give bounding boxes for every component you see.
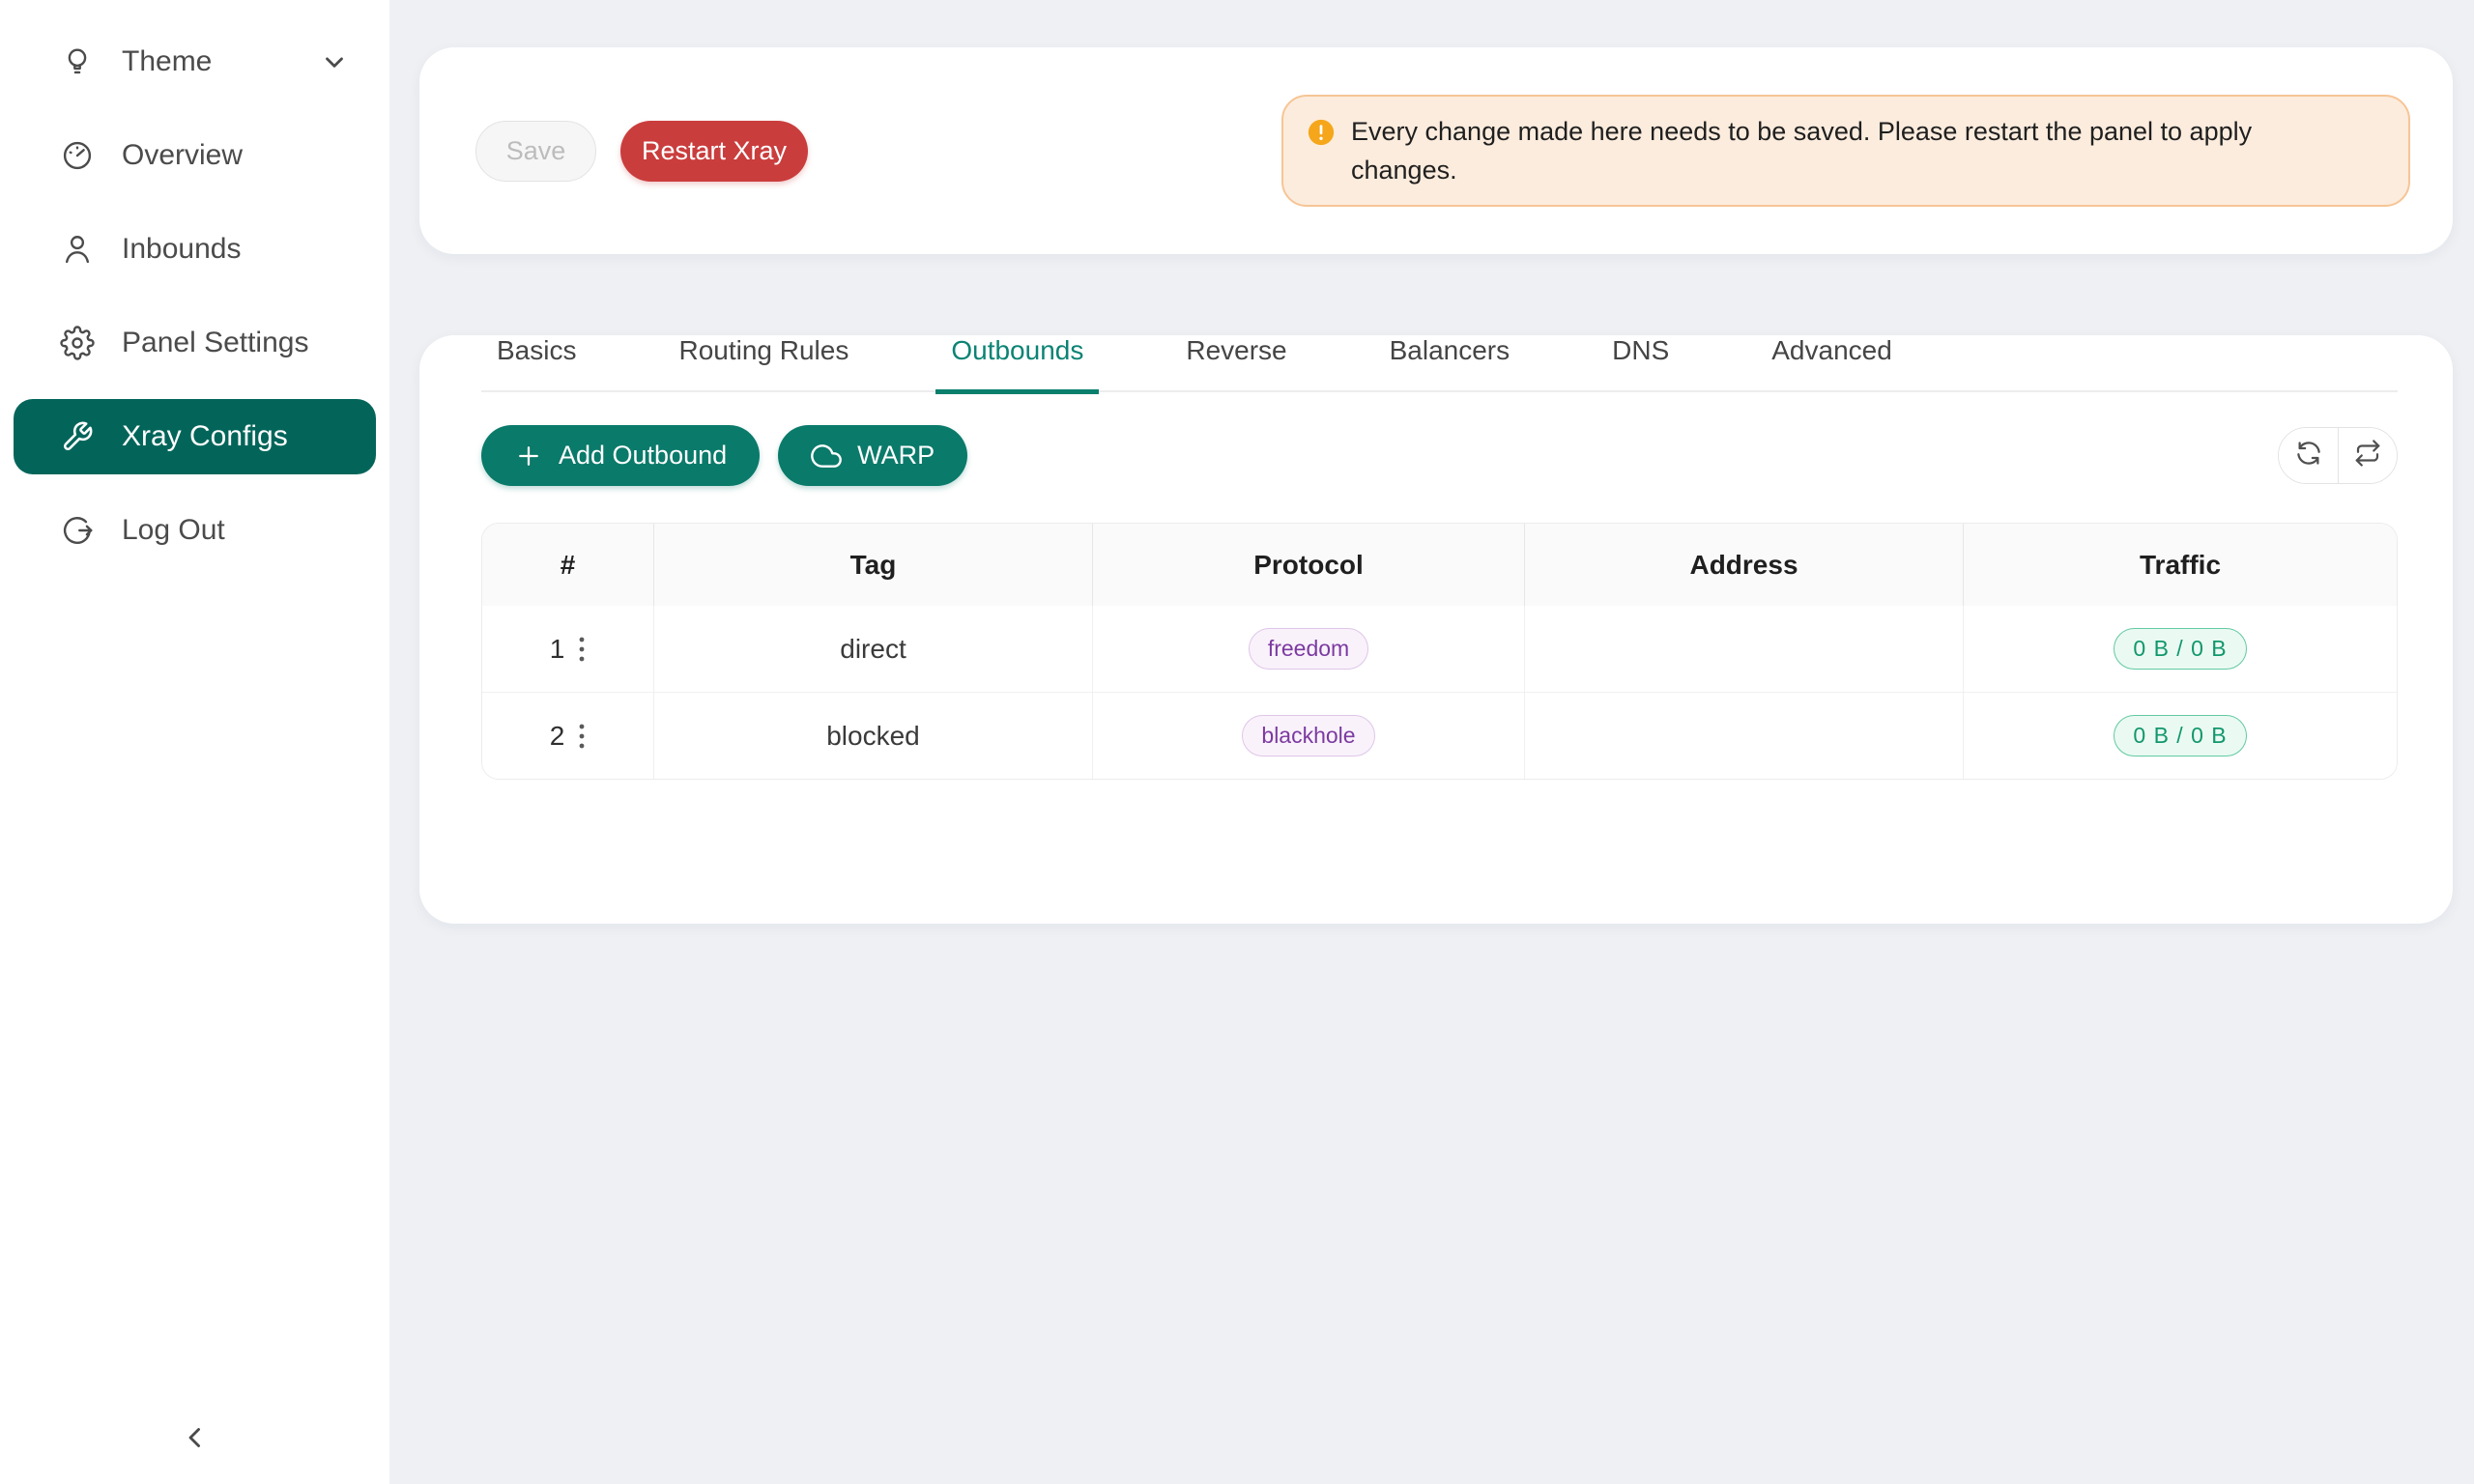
- chevron-left-icon: [179, 1421, 212, 1459]
- protocol-badge: blackhole: [1242, 715, 1374, 756]
- bulb-icon: [60, 44, 95, 79]
- logout-icon: [60, 513, 95, 548]
- tab-dns[interactable]: DNS: [1597, 335, 1684, 394]
- table-body: 1 direct freedom: [482, 606, 2397, 779]
- sidebar-item-label: Panel Settings: [122, 327, 308, 359]
- sidebar-item-log-out[interactable]: Log Out: [14, 493, 376, 568]
- refresh-button[interactable]: [2279, 428, 2338, 483]
- sidebar-item-inbounds[interactable]: Inbounds: [14, 212, 376, 287]
- sidebar-item-label: Overview: [122, 139, 243, 172]
- sidebar-item-label: Xray Configs: [122, 420, 288, 453]
- row-menu-icon[interactable]: [578, 722, 586, 751]
- column-header-tag: Tag: [654, 524, 1093, 606]
- sidebar-item-panel-settings[interactable]: Panel Settings: [14, 305, 376, 381]
- sidebar-item-label: Log Out: [122, 514, 225, 547]
- user-icon: [60, 232, 95, 267]
- address-cell: [1525, 606, 1964, 692]
- outbounds-table: # Tag Protocol Address Traffic 1: [481, 523, 2398, 780]
- table-row: 2 blocked blackhole: [482, 692, 2397, 779]
- refresh-icon: [2294, 439, 2323, 472]
- traffic-badge: 0 B / 0 B: [2114, 628, 2246, 670]
- table-header: # Tag Protocol Address Traffic: [482, 524, 2397, 606]
- row-index: 1: [550, 634, 565, 665]
- repeat-icon: [2353, 439, 2382, 472]
- column-header-index: #: [482, 524, 654, 606]
- actions-card: Save Restart Xray Every change made here…: [419, 47, 2453, 254]
- sidebar-item-label: Theme: [122, 45, 212, 78]
- address-cell: [1525, 693, 1964, 779]
- tag-cell: direct: [654, 606, 1093, 692]
- table-actions-group: [2278, 427, 2398, 484]
- tab-basics[interactable]: Basics: [481, 335, 591, 394]
- protocol-badge: freedom: [1249, 628, 1368, 670]
- sidebar-item-label: Inbounds: [122, 233, 241, 266]
- reset-traffic-button[interactable]: [2338, 428, 2397, 483]
- traffic-badge: 0 B / 0 B: [2114, 715, 2246, 756]
- sidebar-collapse-button[interactable]: [172, 1416, 218, 1463]
- outbounds-toolbar: Add Outbound WARP: [481, 425, 2398, 486]
- warning-icon: [1307, 118, 1336, 147]
- main-content: Save Restart Xray Every change made here…: [389, 0, 2474, 1484]
- row-index: 2: [550, 721, 565, 752]
- warning-text: Every change made here needs to be saved…: [1351, 112, 2327, 189]
- warp-button[interactable]: WARP: [778, 425, 967, 486]
- tab-routing-rules[interactable]: Routing Rules: [663, 335, 864, 394]
- chevron-down-icon: [320, 47, 349, 76]
- row-menu-icon[interactable]: [578, 635, 586, 664]
- plus-icon: [514, 442, 543, 471]
- column-header-traffic: Traffic: [1964, 524, 2397, 606]
- tab-advanced[interactable]: Advanced: [1756, 335, 1908, 394]
- column-header-protocol: Protocol: [1093, 524, 1525, 606]
- add-outbound-button[interactable]: Add Outbound: [481, 425, 760, 486]
- save-button[interactable]: Save: [475, 121, 596, 182]
- tag-cell: blocked: [654, 693, 1093, 779]
- wrench-icon: [60, 419, 95, 454]
- sidebar-item-xray-configs[interactable]: Xray Configs: [14, 399, 376, 474]
- tab-outbounds[interactable]: Outbounds: [935, 335, 1099, 394]
- sidebar-item-theme[interactable]: Theme: [14, 24, 376, 100]
- tab-balancers[interactable]: Balancers: [1374, 335, 1526, 394]
- tab-reverse[interactable]: Reverse: [1170, 335, 1302, 394]
- xray-config-card: Basics Routing Rules Outbounds Reverse B…: [419, 335, 2453, 924]
- column-header-address: Address: [1525, 524, 1964, 606]
- gear-icon: [60, 326, 95, 360]
- sidebar-item-overview[interactable]: Overview: [14, 118, 376, 193]
- dashboard-icon: [60, 138, 95, 173]
- sidebar: Theme Overview Inbounds: [0, 0, 389, 1484]
- warning-banner: Every change made here needs to be saved…: [1281, 95, 2410, 207]
- table-row: 1 direct freedom: [482, 606, 2397, 692]
- config-tabs: Basics Routing Rules Outbounds Reverse B…: [481, 335, 2398, 392]
- restart-xray-button[interactable]: Restart Xray: [620, 121, 808, 182]
- cloud-icon: [811, 441, 842, 471]
